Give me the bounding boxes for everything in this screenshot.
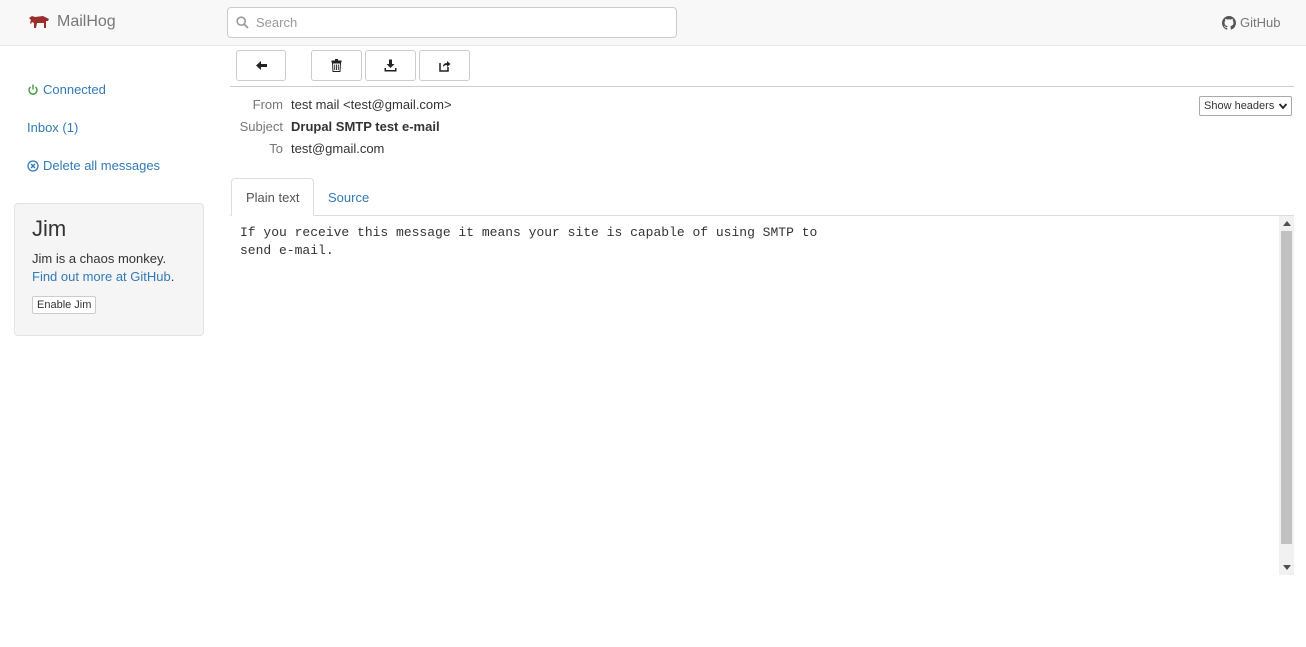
arrow-left-icon [255, 61, 267, 70]
github-link[interactable]: GitHub [1222, 15, 1280, 30]
github-icon [1222, 15, 1236, 30]
connected-label: Connected [43, 82, 106, 97]
download-icon [384, 59, 397, 72]
back-button[interactable] [236, 50, 286, 81]
subject-label: Subject [239, 119, 283, 134]
scroll-up-arrow-icon[interactable] [1283, 221, 1291, 226]
from-value: test mail <test@gmail.com> [291, 97, 452, 112]
search-input[interactable] [256, 15, 656, 30]
share-icon [439, 61, 451, 72]
download-button[interactable] [365, 50, 416, 81]
delete-all-messages-link[interactable]: Delete all messages [27, 158, 160, 173]
chevron-down-icon [1279, 103, 1287, 110]
jim-description: Jim is a chaos monkey. Find out more at … [32, 250, 186, 286]
jim-title: Jim [32, 216, 67, 241]
tab-source[interactable]: Source [314, 178, 383, 216]
search-icon [236, 16, 249, 29]
from-label: From [252, 97, 283, 112]
mailhog-logo-icon [29, 16, 49, 28]
connected-status[interactable]: Connected [27, 82, 106, 97]
github-label: GitHub [1240, 15, 1281, 30]
brand-name: MailHog [57, 13, 116, 30]
scrollbar[interactable] [1279, 216, 1294, 575]
scrollbar-thumb[interactable] [1281, 231, 1292, 544]
message-body: If you receive this message it means you… [230, 216, 1294, 575]
message-tabs: Plain text Source [230, 178, 1294, 216]
to-value: test@gmail.com [291, 141, 385, 156]
scroll-down-arrow-icon[interactable] [1283, 565, 1291, 570]
tab-plain-text[interactable]: Plain text [231, 178, 315, 216]
release-button[interactable] [419, 50, 470, 81]
brand-link[interactable]: MailHog [28, 13, 116, 31]
subject-value: Drupal SMTP test e-mail [291, 119, 440, 134]
message-line-2: send e-mail. [240, 243, 334, 258]
search-box[interactable] [227, 7, 677, 38]
jim-panel: Jim Jim is a chaos monkey. Find out more… [14, 203, 204, 336]
message-line-1: If you receive this message it means you… [240, 225, 818, 240]
sidebar-item-inbox[interactable]: Inbox (1) [27, 120, 78, 135]
message-text: If you receive this message it means you… [240, 224, 817, 260]
trash-icon [331, 59, 342, 72]
jim-link-suffix: . [170, 269, 175, 284]
jim-github-link[interactable]: Find out more at GitHub [32, 269, 171, 284]
delete-all-label: Delete all messages [43, 158, 161, 173]
show-headers-select[interactable]: Show headers [1199, 96, 1292, 116]
message-toolbar [230, 46, 1294, 87]
enable-jim-button[interactable]: Enable Jim [32, 296, 97, 314]
show-headers-label: Show headers [1204, 100, 1275, 112]
power-icon [28, 84, 38, 95]
inbox-label: Inbox (1) [27, 120, 79, 135]
navbar: MailHog GitHub [0, 0, 1306, 46]
to-label: To [269, 141, 283, 156]
delete-button[interactable] [311, 50, 362, 81]
jim-desc-text: Jim is a chaos monkey. [32, 251, 167, 266]
remove-circle-icon [27, 159, 39, 172]
